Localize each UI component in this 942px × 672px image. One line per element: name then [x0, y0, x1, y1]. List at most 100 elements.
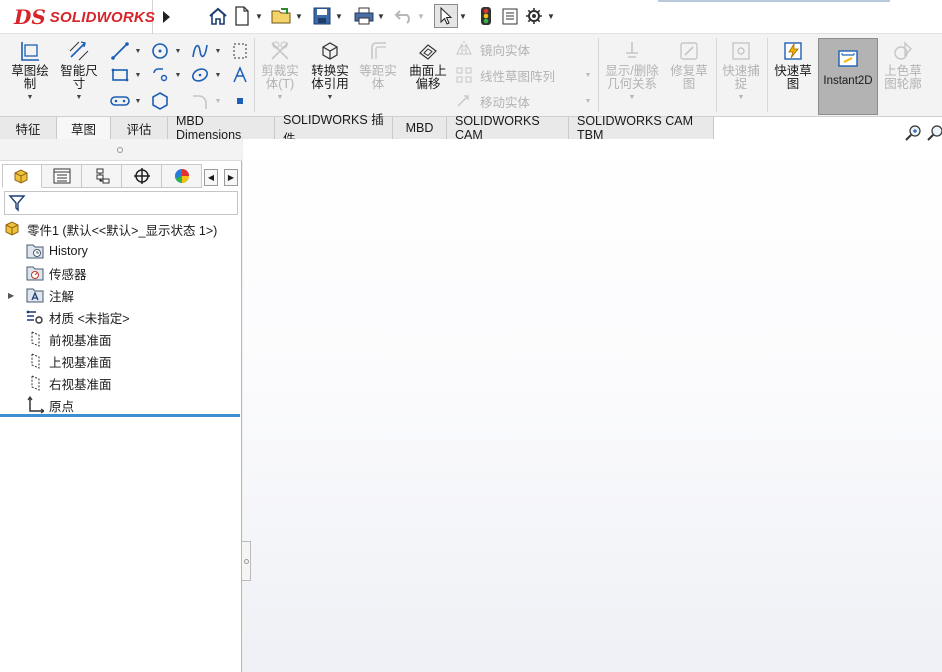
- spline-tool-icon[interactable]: [188, 40, 212, 62]
- spline-dropdown-chevron-icon[interactable]: ▼: [214, 40, 222, 62]
- repair-sketch-button[interactable]: 修复草 图: [666, 38, 712, 91]
- undo-dropdown-chevron-icon[interactable]: ▼: [416, 4, 426, 28]
- mirror-entities-button[interactable]: 镜向实体: [454, 38, 530, 60]
- move-dropdown-chevron-icon[interactable]: ▼: [584, 90, 592, 112]
- smart-dimension-button[interactable]: 智能尺 寸 ▼: [56, 38, 102, 101]
- offset-entities-button[interactable]: 等距实 体: [356, 38, 400, 91]
- straight-slot-tool-icon[interactable]: [108, 90, 132, 112]
- shaded-sketch-contours-button[interactable]: 上色草 图轮廓: [880, 38, 926, 91]
- command-manager-tabs: 特征 草图 评估 MBD Dimensions SOLIDWORKS 插件 MB…: [0, 113, 942, 146]
- move-entities-button[interactable]: 移动实体: [454, 90, 530, 112]
- open-dropdown-chevron-icon[interactable]: ▼: [294, 4, 304, 28]
- quick-snaps-dropdown-chevron-icon[interactable]: ▼: [738, 94, 745, 101]
- tab-mbd-dimensions[interactable]: MBD Dimensions: [168, 114, 275, 142]
- graphics-area[interactable]: [243, 139, 942, 672]
- line-dropdown-chevron-icon[interactable]: ▼: [134, 40, 142, 62]
- pane-collapse-handle[interactable]: [242, 541, 251, 581]
- save-dropdown-chevron-icon[interactable]: ▼: [334, 4, 344, 28]
- save-icon[interactable]: [310, 4, 334, 28]
- slot-dropdown-chevron-icon[interactable]: ▼: [174, 64, 182, 86]
- construction-geometry-icon[interactable]: [228, 40, 252, 62]
- tab-solidworks-cam-tbm[interactable]: SOLIDWORKS CAM TBM: [569, 114, 714, 142]
- sketch-button[interactable]: 草图绘 制 ▼: [8, 38, 52, 101]
- pane-grip-icon[interactable]: [117, 147, 123, 153]
- rectangle-dropdown-chevron-icon[interactable]: ▼: [134, 64, 142, 86]
- file-properties-icon[interactable]: [498, 4, 522, 28]
- convert-entities-button[interactable]: 转换实 体引用 ▼: [306, 38, 354, 101]
- line-tool-icon[interactable]: [108, 40, 132, 62]
- new-dropdown-chevron-icon[interactable]: ▼: [254, 4, 264, 28]
- smart-dimension-dropdown-chevron-icon[interactable]: ▼: [76, 94, 83, 101]
- tree-item-history[interactable]: History: [26, 241, 88, 261]
- tree-item-annotations[interactable]: 注解: [26, 285, 74, 305]
- tree-item-sensors[interactable]: 传感器: [26, 263, 87, 283]
- displaymanager-tab[interactable]: [162, 164, 202, 188]
- text-tool-icon[interactable]: [228, 64, 252, 86]
- sketch-icon: [17, 38, 43, 64]
- tree-item-top-plane[interactable]: 上视基准面: [26, 351, 112, 371]
- ellipse-tool-icon[interactable]: [188, 64, 212, 86]
- print-dropdown-chevron-icon[interactable]: ▼: [376, 4, 386, 28]
- featuremanager-tab[interactable]: [2, 164, 42, 188]
- undo-icon[interactable]: [392, 4, 416, 28]
- tree-filter-box[interactable]: [4, 191, 238, 215]
- tree-item-right-plane[interactable]: 右视基准面: [26, 373, 112, 393]
- rebuild-traffic-light-icon[interactable]: [474, 4, 498, 28]
- tab-mbd[interactable]: MBD: [393, 117, 447, 139]
- trim-dropdown-chevron-icon[interactable]: ▼: [277, 94, 284, 101]
- print-icon[interactable]: [352, 4, 376, 28]
- tree-item-material[interactable]: 材质 <未指定>: [26, 307, 130, 327]
- solidworks-logo[interactable]: DS SOLIDWORKS: [0, 0, 155, 34]
- linear-pattern-button[interactable]: 线性草图阵列: [454, 64, 555, 86]
- options-dropdown-chevron-icon[interactable]: ▼: [546, 4, 556, 28]
- offset-on-surface-button[interactable]: 曲面上 偏移: [404, 38, 452, 91]
- expand-arrow-icon[interactable]: ▶: [8, 285, 16, 305]
- trim-entities-button[interactable]: 剪裁实 体(T) ▼: [258, 38, 302, 101]
- tab-solidworks-cam[interactable]: SOLIDWORKS CAM: [447, 114, 569, 142]
- instant2d-button[interactable]: Instant2D: [818, 38, 878, 115]
- new-document-icon[interactable]: [230, 4, 254, 28]
- tab-features[interactable]: 特征: [0, 117, 57, 139]
- menu-expand-arrow-icon[interactable]: [157, 6, 175, 28]
- convert-dropdown-chevron-icon[interactable]: ▼: [327, 94, 334, 101]
- tab-evaluate[interactable]: 评估: [111, 117, 168, 139]
- quick-snaps-button[interactable]: 快速捕 捉 ▼: [718, 38, 764, 101]
- point-tool-icon[interactable]: [228, 90, 252, 112]
- slot-tool-icon[interactable]: [148, 64, 172, 86]
- select-cursor-icon[interactable]: [434, 4, 458, 28]
- display-delete-relations-button[interactable]: 显示/删除 几何关系 ▼: [602, 38, 662, 101]
- rapid-sketch-button[interactable]: 快速草 图: [770, 38, 816, 91]
- home-icon[interactable]: [206, 4, 230, 28]
- circle-dropdown-chevron-icon[interactable]: ▼: [174, 40, 182, 62]
- tree-root-part[interactable]: 零件1 (默认<<默认>_显示状态 1>): [4, 219, 217, 239]
- tab-label: SOLIDWORKS CAM: [455, 114, 540, 142]
- slot2-dropdown-chevron-icon[interactable]: ▼: [134, 90, 142, 112]
- rollback-bar[interactable]: [0, 414, 240, 417]
- relations-dropdown-chevron-icon[interactable]: ▼: [629, 94, 636, 101]
- rectangle-tool-icon[interactable]: [108, 64, 132, 86]
- fillet-tool-icon[interactable]: [188, 90, 212, 112]
- options-gear-icon[interactable]: [522, 4, 546, 28]
- trim-label: 剪裁实 体(T): [261, 64, 299, 91]
- tab-solidworks-addins[interactable]: SOLIDWORKS 插件: [275, 113, 393, 146]
- pattern-dropdown-chevron-icon[interactable]: ▼: [584, 64, 592, 86]
- circle-tool-icon[interactable]: [148, 40, 172, 62]
- zoom-to-area-icon[interactable]: [926, 124, 942, 142]
- select-dropdown-chevron-icon[interactable]: ▼: [458, 4, 468, 28]
- tree-item-front-plane[interactable]: 前视基准面: [26, 329, 112, 349]
- zoom-to-fit-icon[interactable]: [904, 124, 922, 142]
- tree-item-label: 上视基准面: [49, 355, 112, 370]
- configurationmanager-tab[interactable]: [82, 164, 122, 188]
- sketch-dropdown-chevron-icon[interactable]: ▼: [27, 94, 34, 101]
- dimxpert-tab[interactable]: [122, 164, 162, 188]
- ellipse-dropdown-chevron-icon[interactable]: ▼: [214, 64, 222, 86]
- propertymanager-tab[interactable]: [42, 164, 82, 188]
- polygon-tool-icon[interactable]: [148, 90, 172, 112]
- panel-tabs-scroll-left-icon[interactable]: ◀: [204, 169, 218, 186]
- linear-pattern-label: 线性草图阵列: [480, 69, 556, 84]
- tab-sketch[interactable]: 草图: [57, 117, 111, 139]
- tree-item-origin[interactable]: 原点: [26, 395, 74, 415]
- panel-tabs-scroll-right-icon[interactable]: ▶: [224, 169, 238, 186]
- open-folder-icon[interactable]: [270, 4, 294, 28]
- fillet-dropdown-chevron-icon[interactable]: ▼: [214, 90, 222, 112]
